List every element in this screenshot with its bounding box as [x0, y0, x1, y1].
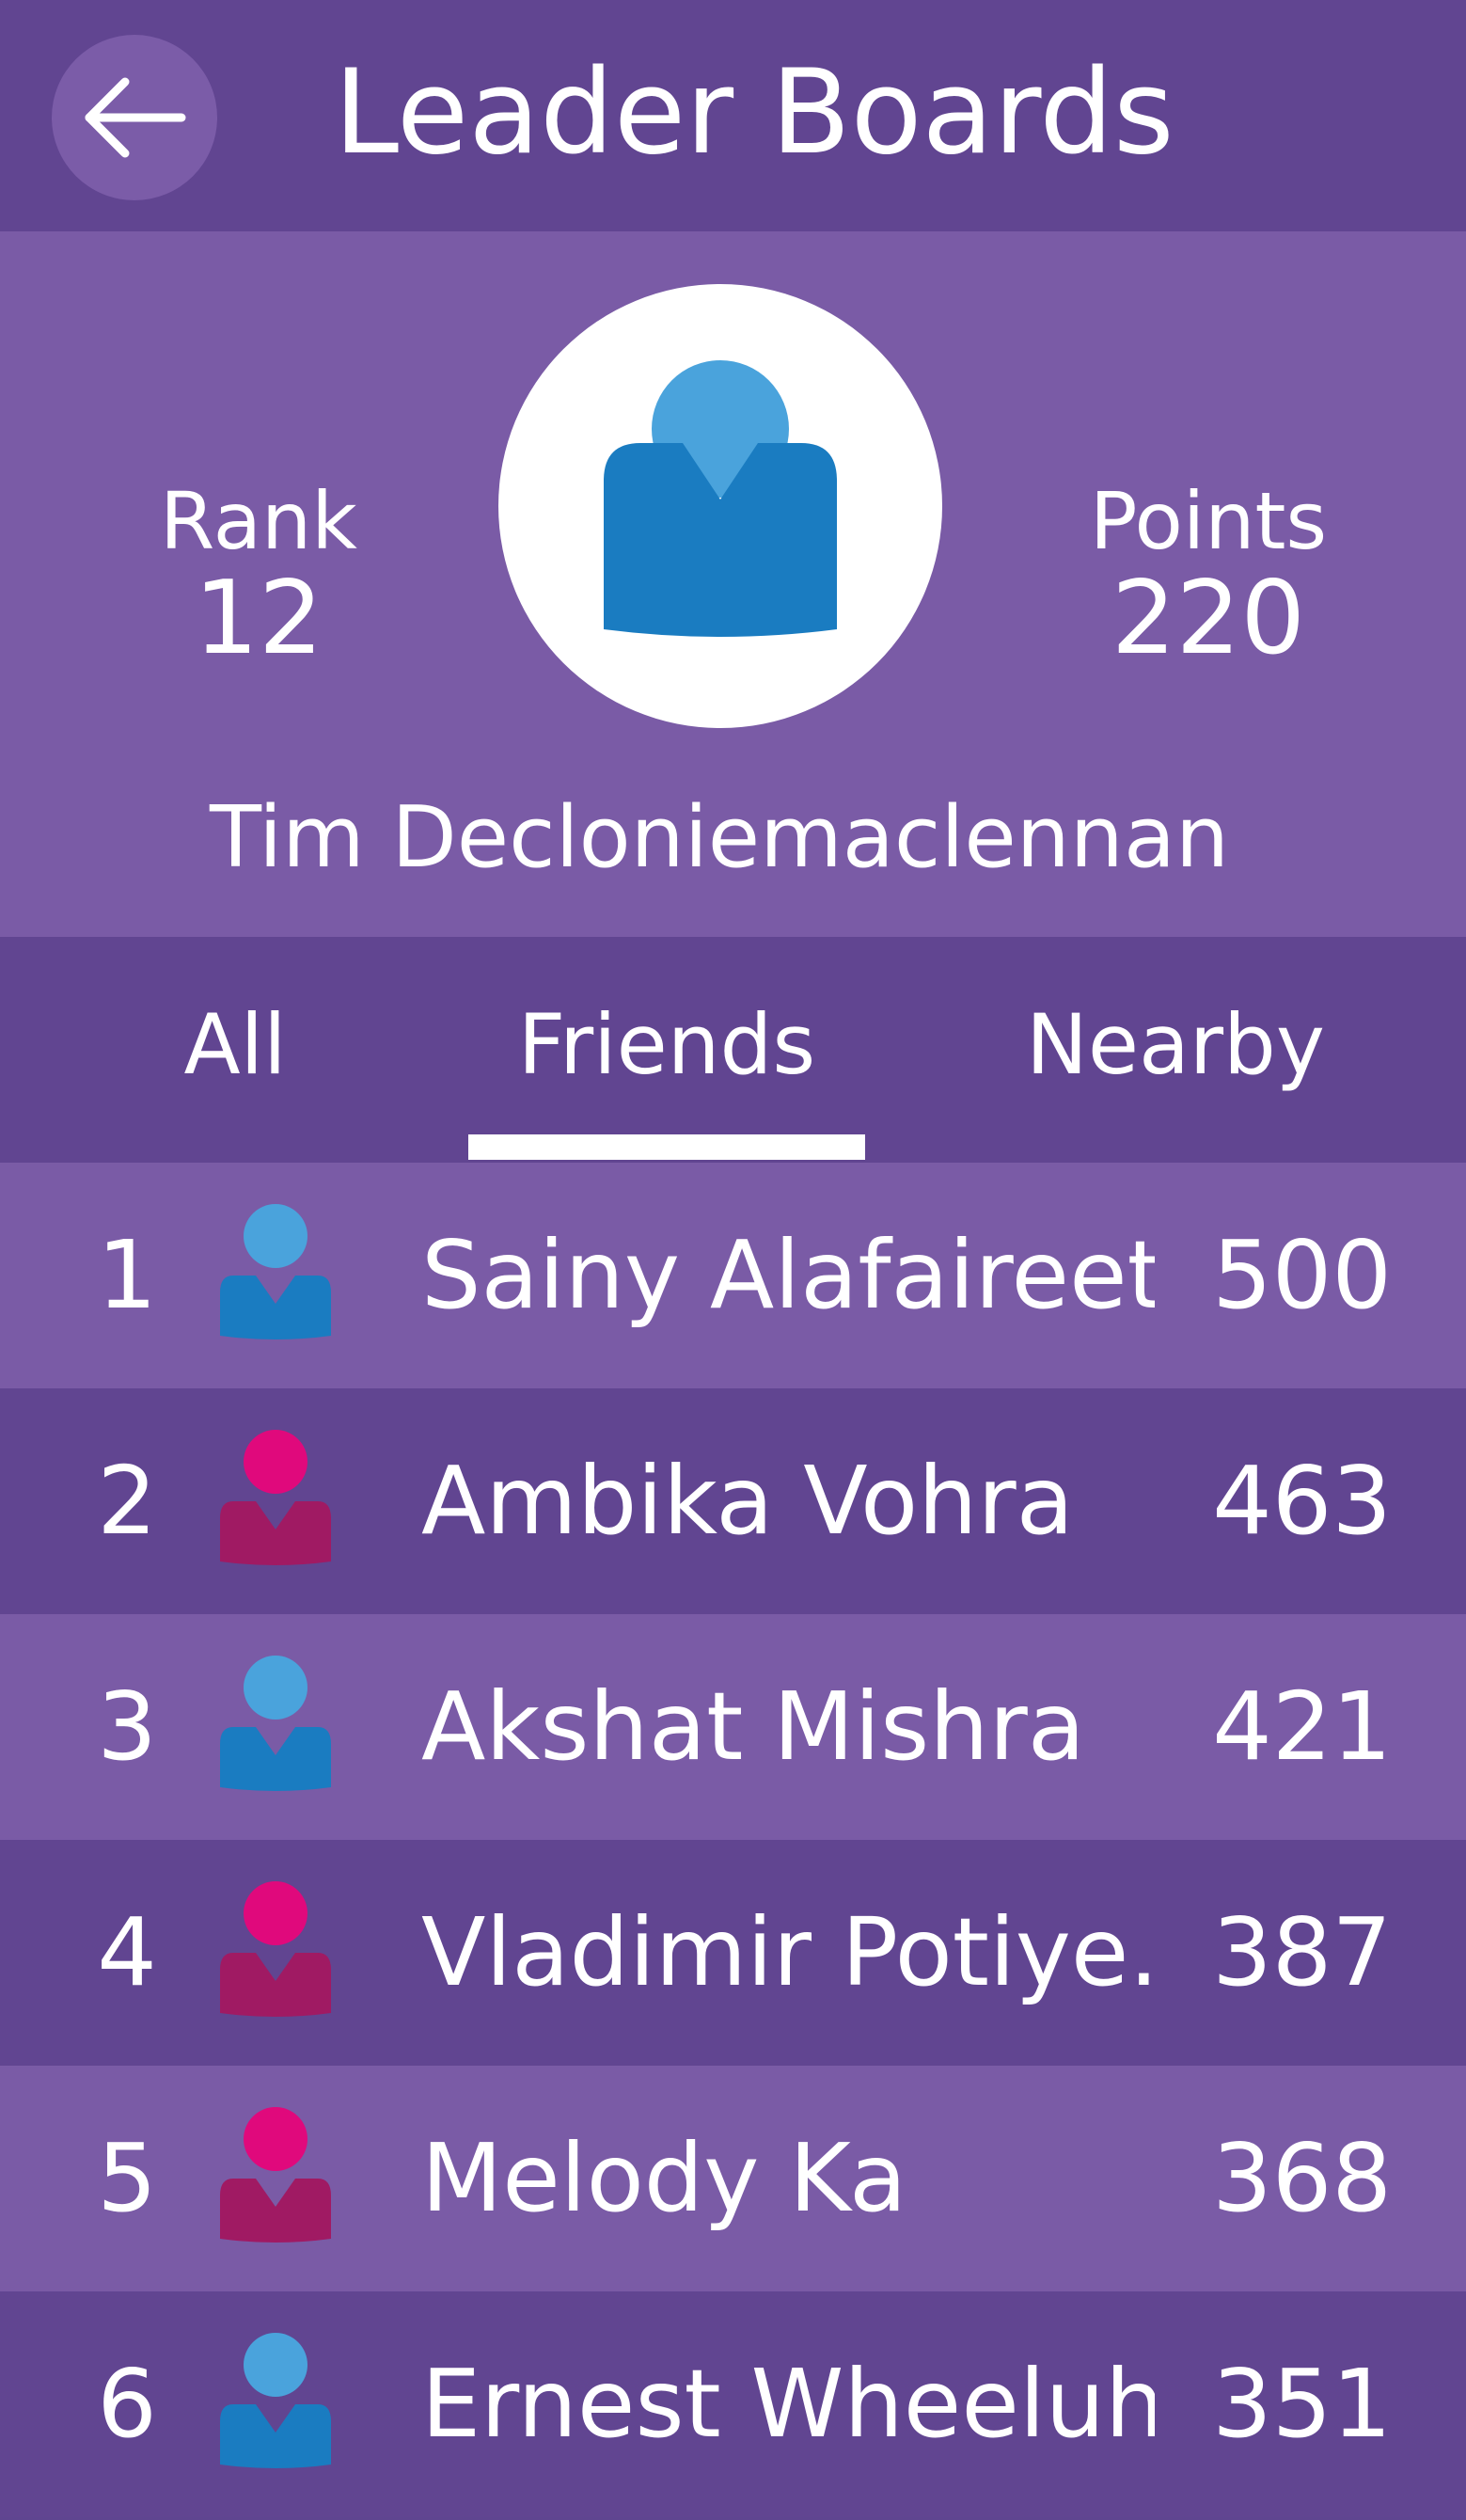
leaderboard-row[interactable]: 1 Sainy Alafaireet 500: [0, 1163, 1466, 1388]
row-rank: 4: [97, 1897, 157, 2007]
row-rank: 3: [97, 1672, 157, 1782]
rank-label: Rank: [160, 475, 357, 567]
leaderboard-row[interactable]: 2 Ambika Vohra 463: [0, 1388, 1466, 1614]
tab-friends[interactable]: Friends: [468, 993, 865, 1097]
profile-name: Tim Decloniemaclennan: [209, 788, 1230, 887]
row-points: 351: [1212, 2349, 1392, 2459]
rank-stat: Rank 12: [108, 476, 409, 672]
row-points: 500: [1212, 1220, 1392, 1330]
arrow-left-icon: [85, 77, 186, 158]
rank-value: 12: [194, 560, 323, 677]
row-rank: 1: [97, 1220, 157, 1330]
row-name: Sainy Alafaireet: [421, 1220, 1155, 1330]
row-points: 463: [1212, 1446, 1392, 1556]
profile-panel: Rank 12 Points 220 Tim Decloniemaclennan: [0, 231, 1466, 937]
row-name: Ambika Vohra: [421, 1446, 1074, 1556]
tab-nearby[interactable]: Nearby: [978, 993, 1373, 1097]
row-name: Vladimir Potiye..: [421, 1897, 1155, 2007]
active-tab-indicator: [468, 1134, 865, 1160]
app-header: Leader Boards: [0, 0, 1466, 231]
points-stat: Points 220: [1058, 476, 1359, 672]
row-rank: 2: [97, 1446, 157, 1556]
points-value: 220: [1111, 560, 1306, 677]
user-avatar-icon: [214, 1428, 337, 1569]
row-points: 421: [1212, 1672, 1392, 1782]
row-name: Akshat Mishra: [421, 1672, 1086, 1782]
back-button[interactable]: [52, 35, 217, 200]
row-points: 387: [1212, 1897, 1392, 2007]
row-rank: 5: [97, 2123, 157, 2233]
row-name: Ernest Wheeluh: [421, 2349, 1155, 2459]
user-avatar-icon: [214, 1879, 337, 2021]
user-avatar-icon: [214, 2331, 337, 2472]
user-avatar-icon: [214, 1654, 337, 1795]
leaderboard-row[interactable]: 5 Melody Ka 368: [0, 2066, 1466, 2291]
page-title: Leader Boards: [334, 45, 1174, 181]
row-name: Melody Ka: [421, 2123, 907, 2233]
user-avatar-icon: [214, 2105, 337, 2246]
points-label: Points: [1089, 475, 1328, 567]
leaderboard-list: 1 Sainy Alafaireet 500 2 Ambika Vohra 46…: [0, 1163, 1466, 2517]
leaderboard-row[interactable]: 6 Ernest Wheeluh 351: [0, 2291, 1466, 2517]
row-points: 368: [1212, 2123, 1392, 2233]
user-avatar-icon: [604, 360, 837, 637]
tab-all[interactable]: All: [132, 993, 339, 1097]
row-rank: 6: [97, 2349, 157, 2459]
leaderboard-row[interactable]: 3 Akshat Mishra 421: [0, 1614, 1466, 1840]
user-avatar-icon: [214, 1202, 337, 1343]
profile-avatar[interactable]: [498, 284, 942, 728]
leaderboard-row[interactable]: 4 Vladimir Potiye.. 387: [0, 1840, 1466, 2066]
tab-bar: All Friends Nearby: [0, 937, 1466, 1163]
